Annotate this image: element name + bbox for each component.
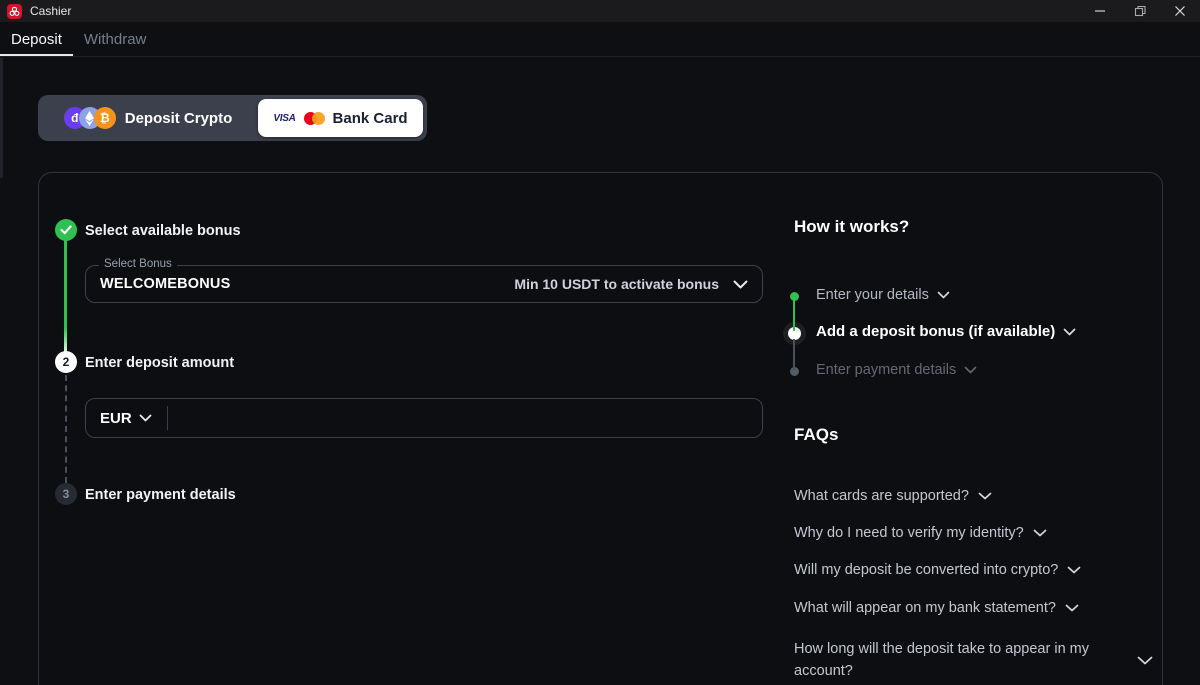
bank-card-label: Bank Card (333, 110, 408, 127)
bitcoin-coin-icon: ₿ (94, 107, 116, 129)
close-button[interactable] (1160, 0, 1200, 22)
step2-label: Enter deposit amount (85, 355, 234, 371)
deposit-method-toggle: đ ₿ Deposit Crypto VISA Bank Card (38, 95, 427, 141)
chevron-down-icon (1033, 529, 1047, 537)
deposit-amount-field[interactable]: EUR (85, 398, 763, 438)
chevron-down-icon (139, 414, 152, 422)
step1-check-icon (55, 219, 77, 241)
bonus-hint: Min 10 USDT to activate bonus (514, 276, 719, 292)
tab-withdraw[interactable]: Withdraw (73, 22, 158, 56)
timeline-connector-gray (793, 339, 795, 370)
chevron-down-icon (937, 291, 950, 299)
faq-question: What cards are supported? (794, 488, 969, 504)
bank-card-option[interactable]: VISA Bank Card (258, 99, 423, 137)
tab-deposit[interactable]: Deposit (0, 22, 73, 56)
step1-label: Select available bonus (85, 223, 241, 239)
app-logo-icon (7, 4, 22, 19)
step3-label: Enter payment details (85, 487, 236, 503)
faq-item[interactable]: What will appear on my bank statement? (794, 600, 1079, 616)
minimize-button[interactable] (1080, 0, 1120, 22)
how-item-label: Add a deposit bonus (if available) (816, 323, 1055, 340)
step-connector-2 (65, 375, 67, 483)
faq-item[interactable]: What cards are supported? (794, 488, 992, 504)
chevron-down-icon (1067, 566, 1081, 574)
how-item-add-bonus[interactable]: Add a deposit bonus (if available) (816, 323, 1076, 340)
window-title: Cashier (30, 4, 71, 18)
chevron-down-icon (1137, 656, 1153, 665)
bonus-select-field[interactable]: Select Bonus WELCOMEBONUS Min 10 USDT to… (85, 265, 763, 303)
currency-code: EUR (100, 410, 132, 427)
how-item-label: Enter payment details (816, 362, 956, 378)
how-it-works-title: How it works? (794, 217, 909, 237)
step3-number: 3 (55, 483, 77, 505)
faq-item[interactable]: Why do I need to verify my identity? (794, 525, 1047, 541)
step2-number: 2 (55, 351, 77, 373)
faq-question: What will appear on my bank statement? (794, 600, 1056, 616)
visa-logo-icon: VISA (273, 113, 295, 124)
crypto-coins-icon: đ ₿ (64, 107, 116, 129)
currency-selector[interactable]: EUR (100, 410, 152, 427)
chevron-down-icon (1063, 328, 1076, 336)
bonus-field-label: Select Bonus (99, 258, 177, 270)
faq-question: Will my deposit be converted into crypto… (794, 562, 1058, 578)
faq-question: Why do I need to verify my identity? (794, 525, 1024, 541)
titlebar: Cashier (0, 0, 1200, 22)
left-scrollbar-thumb[interactable] (0, 58, 3, 178)
field-divider (167, 406, 168, 430)
how-item-label: Enter your details (816, 287, 929, 303)
timeline-connector-green (793, 300, 795, 331)
step-connector-1 (64, 239, 67, 353)
faq-item[interactable]: How long will the deposit take to appear… (794, 638, 1186, 682)
tabbar: Deposit Withdraw (0, 22, 1200, 57)
deposit-crypto-option[interactable]: đ ₿ Deposit Crypto (38, 107, 258, 129)
chevron-down-icon (978, 492, 992, 500)
cashier-window: Cashier Deposit Withdraw đ ₿ (0, 0, 1200, 685)
chevron-down-icon (964, 366, 977, 374)
bonus-value: WELCOMEBONUS (100, 276, 230, 292)
deposit-panel: Select available bonus Select Bonus WELC… (38, 172, 1163, 685)
mastercard-logo-icon (304, 112, 325, 125)
faq-item[interactable]: Will my deposit be converted into crypto… (794, 562, 1081, 578)
how-item-enter-details[interactable]: Enter your details (816, 287, 950, 303)
deposit-crypto-label: Deposit Crypto (125, 110, 233, 127)
restore-button[interactable] (1120, 0, 1160, 22)
chevron-down-icon (1065, 604, 1079, 612)
chevron-down-icon (733, 280, 748, 289)
faqs-title: FAQs (794, 425, 838, 445)
faq-question: How long will the deposit take to appear… (794, 638, 1128, 682)
how-item-payment-details[interactable]: Enter payment details (816, 362, 977, 378)
